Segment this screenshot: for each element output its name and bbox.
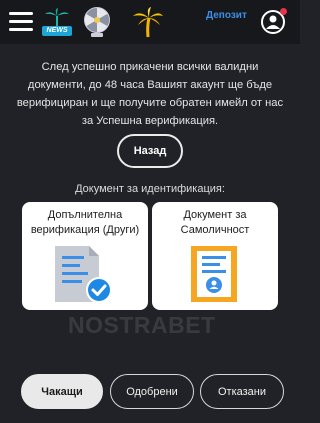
back-button[interactable]: Назад [117, 134, 183, 168]
news-icon[interactable]: NEWS [42, 8, 72, 36]
palm-news-icon [45, 8, 69, 27]
verification-info-text: След успешно прикачени всички валидни до… [16, 61, 284, 127]
tab-rejected[interactable]: Отказани [200, 374, 284, 409]
nostrabet-watermark: NOSTRABET [68, 312, 216, 338]
card-title: Допълнителна верификация (Други) [30, 209, 140, 236]
document-check-icon [55, 246, 112, 303]
hamburger-menu-icon[interactable] [9, 12, 33, 31]
news-badge: NEWS [42, 26, 72, 36]
id-document-icon [191, 246, 237, 302]
section-label: Документ за идентификация: [75, 183, 225, 195]
card-title: Документ за Самоличност [180, 209, 250, 236]
tab-approved[interactable]: Одобрени [110, 374, 194, 409]
card-additional-verification[interactable]: Допълнителна верификация (Други) [22, 202, 148, 310]
palm-tree-logo-icon[interactable] [132, 6, 164, 38]
top-bar: NEWS Депозит [0, 0, 300, 44]
card-identity-document[interactable]: Документ за Самоличност [152, 202, 278, 310]
tab-pending[interactable]: Чакащи [21, 374, 103, 409]
notification-dot [280, 8, 287, 15]
fortune-wheel-icon[interactable] [82, 6, 112, 38]
deposit-link[interactable]: Депозит [206, 10, 247, 21]
